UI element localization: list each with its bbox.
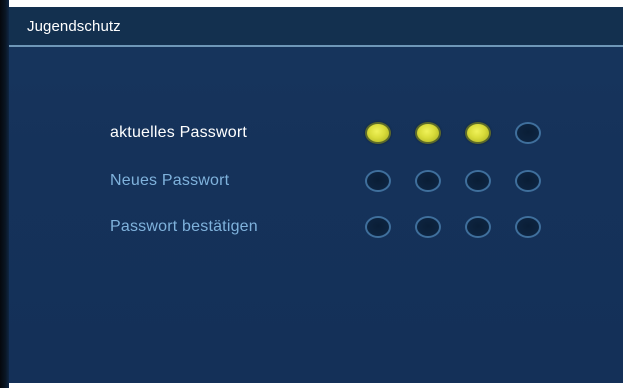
pin-digit-1 — [365, 170, 391, 192]
confirm-password-row[interactable]: Passwort bestätigen — [9, 214, 623, 244]
parental-control-dialog: Jugendschutz aktuelles Passwort Neues Pa… — [9, 7, 623, 383]
pin-digit-1 — [365, 216, 391, 238]
pin-digit-3 — [465, 216, 491, 238]
current-password-row[interactable]: aktuelles Passwort — [9, 120, 623, 150]
dialog-title: Jugendschutz — [27, 18, 121, 35]
new-password-row[interactable]: Neues Passwort — [9, 168, 623, 198]
dialog-header: Jugendschutz — [9, 7, 623, 47]
pin-digit-1 — [365, 122, 391, 144]
confirm-password-label: Passwort bestätigen — [110, 218, 258, 235]
pin-digit-3 — [465, 122, 491, 144]
pin-digit-2 — [415, 216, 441, 238]
new-password-label: Neues Passwort — [110, 172, 230, 189]
pin-digit-4 — [515, 170, 541, 192]
tv-screen: Jugendschutz aktuelles Passwort Neues Pa… — [0, 0, 623, 388]
pin-digit-2 — [415, 122, 441, 144]
pin-digit-3 — [465, 170, 491, 192]
pin-digit-4 — [515, 122, 541, 144]
screen-bottom-edge — [9, 383, 623, 388]
pin-digit-4 — [515, 216, 541, 238]
current-password-label: aktuelles Passwort — [110, 124, 247, 141]
pin-digit-2 — [415, 170, 441, 192]
screen-bezel — [0, 0, 9, 388]
